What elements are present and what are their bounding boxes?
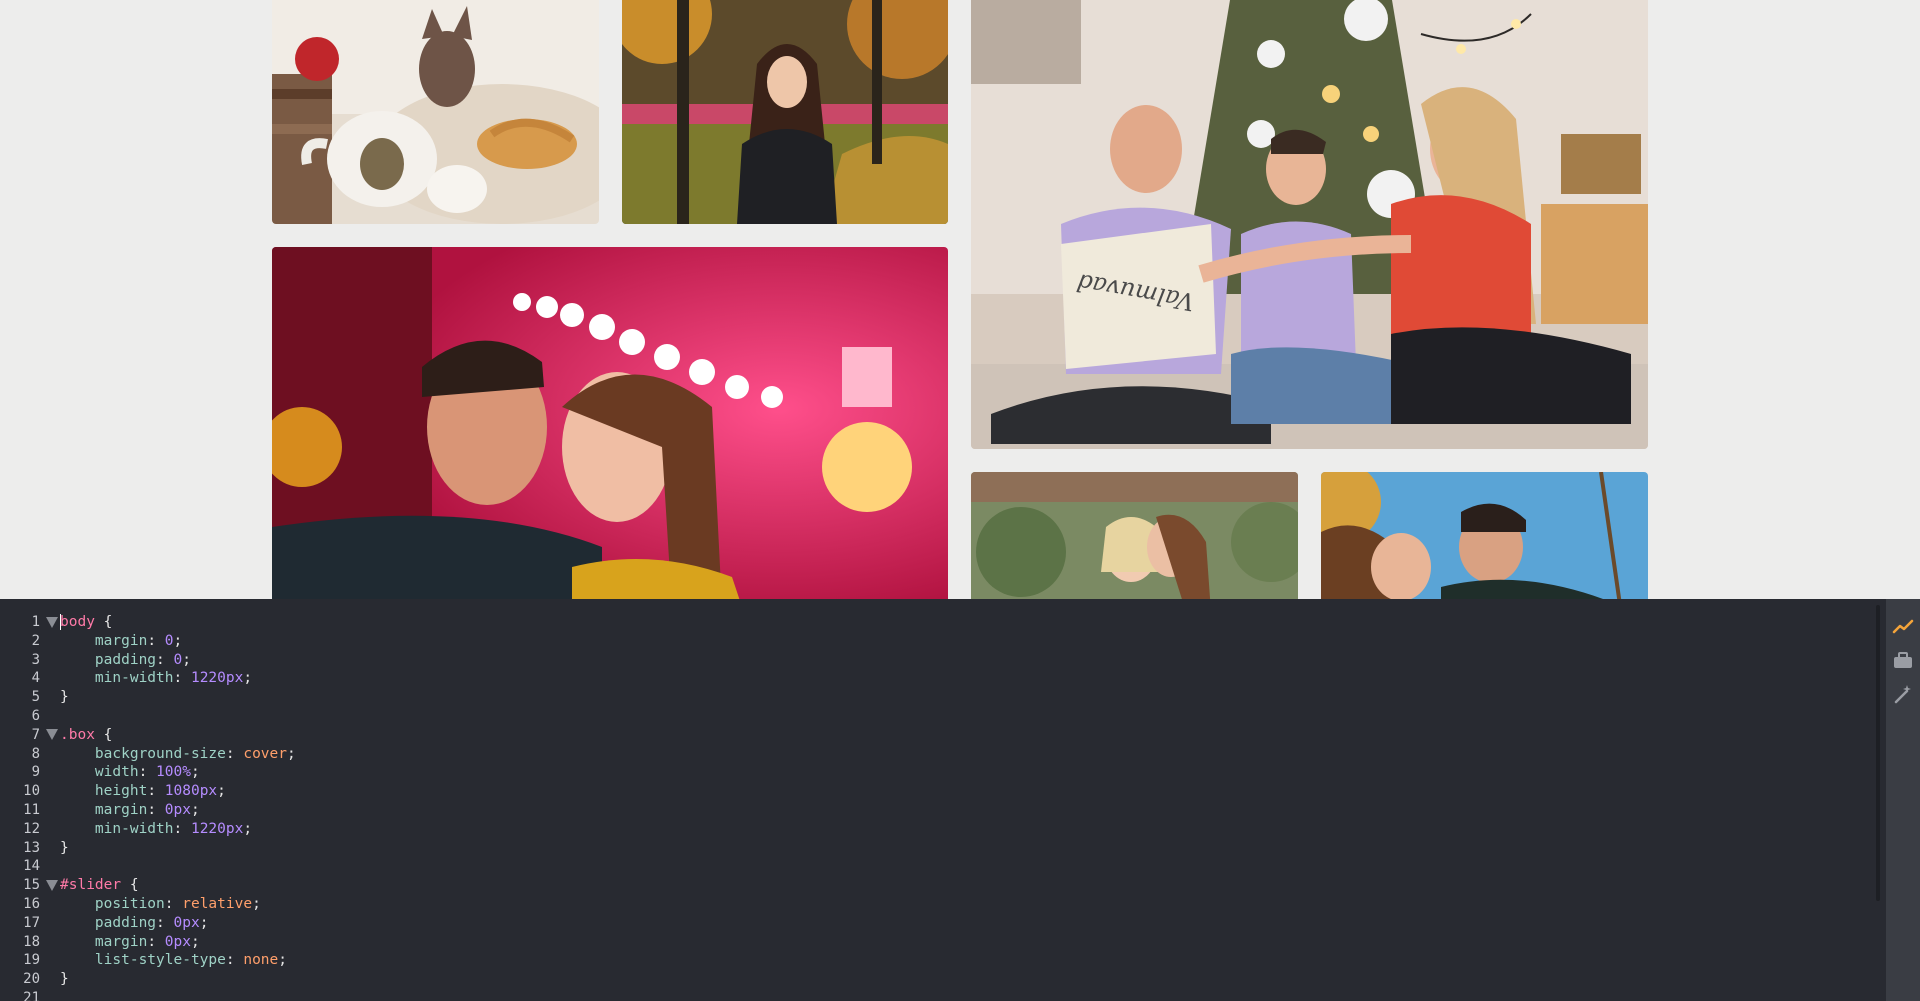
line-number: 6 — [31, 707, 40, 724]
line-number: 17 — [23, 914, 40, 931]
code-line[interactable]: list-style-type: none; — [44, 951, 1864, 970]
code-line[interactable]: padding: 0px; — [44, 914, 1864, 933]
css-value: none — [243, 952, 279, 969]
code-line[interactable]: margin: 0px; — [44, 933, 1864, 952]
line-number: 10 — [23, 783, 40, 800]
css-property: padding — [94, 914, 157, 931]
open-brace: { — [94, 726, 113, 743]
css-property: min-width — [94, 670, 174, 687]
close-brace: } — [60, 689, 69, 706]
line-number: 16 — [23, 895, 40, 912]
css-selector: .box — [60, 726, 95, 743]
preview-pane: Valmuvad — [0, 0, 1920, 599]
editor-scrollbar[interactable] — [1876, 605, 1880, 901]
css-selector: #slider — [60, 877, 122, 894]
css-value: relative — [182, 895, 253, 912]
css-value: 0px — [173, 914, 200, 931]
css-value: 1220px — [190, 670, 244, 687]
open-brace: { — [121, 877, 139, 894]
line-number: 13 — [23, 839, 40, 856]
line-number: 18 — [23, 933, 40, 950]
line-number: 12 — [23, 820, 40, 837]
code-line[interactable]: body { — [44, 613, 1864, 632]
magic-wand-icon[interactable] — [1892, 683, 1914, 705]
code-line[interactable]: } — [44, 688, 1864, 707]
activity-chart-icon[interactable] — [1892, 615, 1914, 637]
css-value: 0 — [164, 632, 174, 649]
css-value: 0 — [173, 651, 183, 668]
css-selector: body — [60, 614, 95, 630]
code-line[interactable]: #slider { — [44, 876, 1864, 895]
code-line[interactable]: } — [44, 839, 1864, 858]
css-value: 100% — [156, 764, 191, 781]
cat-teapot-photo — [272, 0, 599, 224]
code-line[interactable]: padding: 0; — [44, 651, 1864, 670]
code-line[interactable]: background-size: cover; — [44, 745, 1864, 764]
css-code-editor[interactable]: 1 2 3 4 5 6 7 8 9 10 11 12 13 14 15 16 1… — [0, 599, 1920, 1001]
mother-daughter-photo — [971, 472, 1298, 599]
code-line[interactable]: } — [44, 970, 1864, 989]
css-property: padding — [94, 651, 157, 668]
css-value: cover — [243, 745, 287, 762]
line-number: 3 — [31, 651, 40, 668]
open-brace: { — [94, 614, 113, 630]
code-line[interactable]: height: 1080px; — [44, 782, 1864, 801]
line-number: 19 — [23, 952, 40, 969]
css-value: 0px — [164, 801, 191, 818]
fold-toggle-icon[interactable] — [46, 616, 58, 628]
css-value: 0px — [164, 933, 191, 950]
line-number-gutter: 1 2 3 4 5 6 7 8 9 10 11 12 13 14 15 16 1… — [0, 613, 40, 1001]
line-number: 8 — [31, 745, 40, 762]
css-property: list-style-type — [94, 952, 226, 969]
css-property: background-size — [94, 745, 226, 762]
line-number: 14 — [23, 858, 40, 875]
code-line[interactable] — [44, 989, 1864, 1001]
close-brace: } — [60, 839, 69, 856]
css-property: width — [94, 764, 139, 781]
line-number: 11 — [23, 801, 40, 818]
line-number: 5 — [31, 689, 40, 706]
css-property: height — [94, 783, 148, 800]
code-line[interactable] — [44, 857, 1864, 876]
line-number: 4 — [31, 670, 40, 687]
couple-outdoor-photo — [1321, 472, 1648, 599]
couple-city-lights-photo — [272, 247, 948, 599]
css-property: margin — [94, 801, 148, 818]
line-number: 2 — [31, 632, 40, 649]
css-property: position — [94, 895, 165, 912]
fold-toggle-icon[interactable] — [46, 729, 58, 741]
line-number: 20 — [23, 971, 40, 988]
css-value: 1220px — [190, 820, 244, 837]
code-line[interactable]: min-width: 1220px; — [44, 669, 1864, 688]
line-number: 15 — [23, 877, 40, 894]
toolbox-icon[interactable] — [1892, 649, 1914, 671]
css-property: min-width — [94, 820, 174, 837]
family-christmas-tree-photo: Valmuvad — [971, 0, 1648, 449]
css-property: margin — [94, 632, 148, 649]
girl-autumn-park-photo — [622, 0, 948, 224]
code-line[interactable]: margin: 0; — [44, 632, 1864, 651]
code-area[interactable]: body { margin: 0; padding: 0; min-width:… — [44, 613, 1864, 1001]
editor-side-toolbar — [1886, 599, 1920, 1001]
line-number: 21 — [23, 989, 40, 1001]
line-number: 7 — [31, 726, 40, 743]
code-line[interactable]: margin: 0px; — [44, 801, 1864, 820]
fold-toggle-icon[interactable] — [46, 879, 58, 891]
line-number: 1 — [31, 614, 40, 630]
code-line[interactable]: width: 100%; — [44, 763, 1864, 782]
css-property: margin — [94, 933, 148, 950]
code-line[interactable] — [44, 707, 1864, 726]
code-line[interactable]: position: relative; — [44, 895, 1864, 914]
css-value: 1080px — [164, 783, 218, 800]
code-line[interactable]: .box { — [44, 726, 1864, 745]
line-number: 9 — [31, 764, 40, 781]
close-brace: } — [60, 971, 69, 988]
code-line[interactable]: min-width: 1220px; — [44, 820, 1864, 839]
